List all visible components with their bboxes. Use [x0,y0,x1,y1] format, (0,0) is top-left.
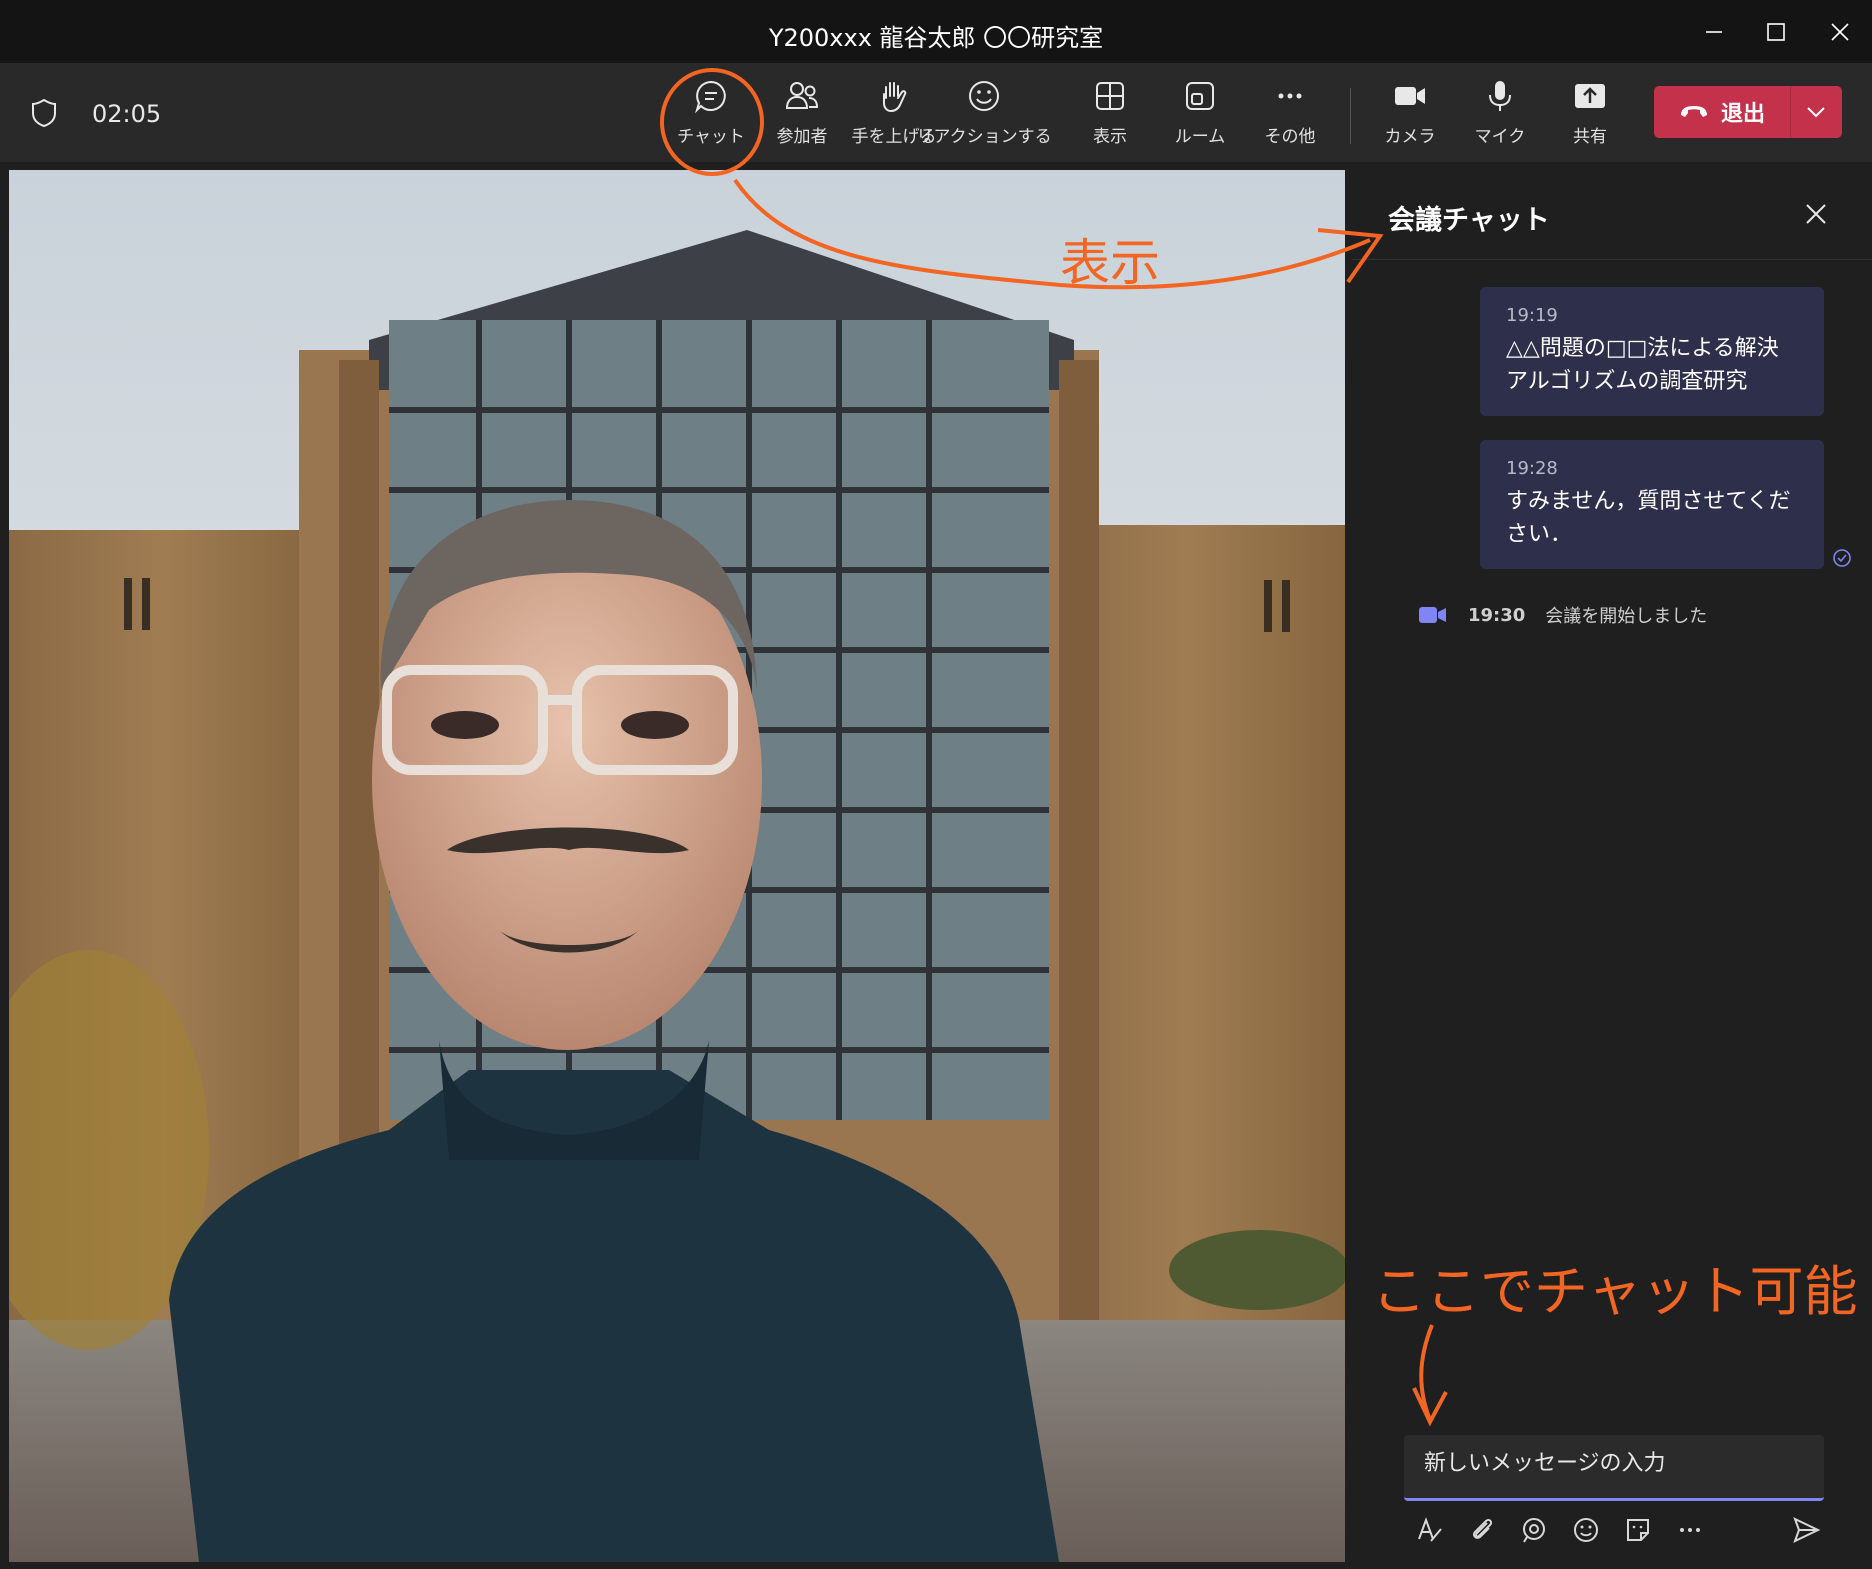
leave-dropdown-button[interactable] [1791,86,1841,138]
reaction-button-label: リアクションする [916,127,1052,147]
room-button[interactable]: ルーム [1152,78,1248,154]
format-icon [1418,1517,1442,1542]
emoji-button[interactable] [1568,1512,1604,1548]
participants-icon [785,82,819,109]
loop-button[interactable] [1516,1512,1552,1548]
title-bar: Y200xxx 龍谷太郎 〇〇研究室 [0,0,1872,64]
more-button-label: その他 [1264,127,1316,147]
emoji-icon [1574,1518,1598,1542]
leave-button[interactable]: 退出 [1654,86,1790,138]
share-button[interactable]: 共有 [1542,78,1638,154]
leave-button-label: 退出 [1720,102,1765,127]
room-icon [1186,82,1214,110]
camera-icon [1395,87,1425,105]
meeting-timer: 02:05 [92,100,162,128]
view-button[interactable]: 表示 [1062,78,1158,154]
camera-button[interactable]: カメラ [1362,78,1458,154]
toolbar-divider [1350,88,1351,144]
chat-close-button[interactable] [1798,196,1834,232]
send-button[interactable] [1788,1512,1824,1548]
leave-button-group: 退出 [1654,86,1842,138]
message-text: すみません，質問させてください． [1506,489,1791,547]
paperclip-icon [1472,1518,1493,1539]
view-button-label: 表示 [1093,127,1127,147]
room-button-label: ルーム [1174,127,1226,147]
more-button[interactable]: その他 [1242,78,1338,154]
mic-button-label: マイク [1474,127,1526,147]
chat-icon [694,80,726,114]
share-button-label: 共有 [1573,127,1607,147]
view-icon [1096,82,1124,110]
meeting-toolbar: 02:05 チャット 参加者 手を上げる リアクションする 表示 ルーム その他… [0,64,1872,162]
maximize-icon [1767,23,1785,41]
event-text: 会議を開始しました [1545,606,1708,627]
mic-icon [1489,81,1511,111]
close-icon [1806,204,1826,224]
message-text: △△問題の□□法による解決アルゴリズムの調査研究 [1506,336,1779,394]
raise-hand-icon [883,82,907,113]
event-time: 19:30 [1468,604,1526,626]
participant-video [9,170,1345,1562]
send-icon [1793,1517,1821,1543]
video-feed [9,170,1345,1562]
attach-button[interactable] [1464,1512,1500,1548]
chat-title: 会議チャット [1388,205,1550,236]
message-time: 19:28 [1506,458,1558,479]
reaction-icon [969,81,999,111]
message-compose-box[interactable] [1404,1435,1824,1501]
close-icon [1831,23,1849,41]
hang-up-icon [1680,106,1707,117]
minimize-button[interactable] [1684,10,1744,54]
sticker-icon [1627,1519,1649,1541]
chat-header: 会議チャット [1352,170,1872,260]
loop-icon [1523,1518,1545,1543]
more-options-button[interactable] [1672,1512,1708,1548]
participants-button-label: 参加者 [776,127,828,147]
chat-button-label: チャット [677,127,745,147]
chat-button[interactable]: チャット [663,78,759,154]
minimize-icon [1706,31,1722,33]
chat-message[interactable]: 19:28 すみません，質問させてください． [1480,440,1824,569]
sticker-button[interactable] [1620,1512,1656,1548]
message-input[interactable] [1424,1451,1804,1476]
compose-toolbar [1412,1512,1824,1552]
share-icon [1575,84,1605,108]
format-button[interactable] [1412,1512,1448,1548]
meeting-chat-panel: 会議チャット 19:19 △△問題の□□法による解決アルゴリズムの調査研究 19… [1352,170,1872,1569]
chevron-down-icon [1807,107,1825,118]
close-window-button[interactable] [1810,10,1870,54]
more-icon [1680,1528,1700,1532]
video-camera-icon [1419,607,1446,623]
message-time: 19:19 [1506,305,1558,326]
more-icon [1278,93,1302,99]
participants-button[interactable]: 参加者 [754,78,850,154]
mic-button[interactable]: マイク [1452,78,1548,154]
meeting-started-event: 19:30 会議を開始しました [1418,602,1707,628]
reaction-button[interactable]: リアクションする [916,78,1052,154]
maximize-button[interactable] [1746,10,1806,54]
chat-message[interactable]: 19:19 △△問題の□□法による解決アルゴリズムの調査研究 [1480,287,1824,416]
camera-button-label: カメラ [1384,127,1436,147]
window-title: Y200xxx 龍谷太郎 〇〇研究室 [768,24,1104,52]
read-receipt-icon [1832,548,1852,572]
shield-icon [30,98,58,132]
